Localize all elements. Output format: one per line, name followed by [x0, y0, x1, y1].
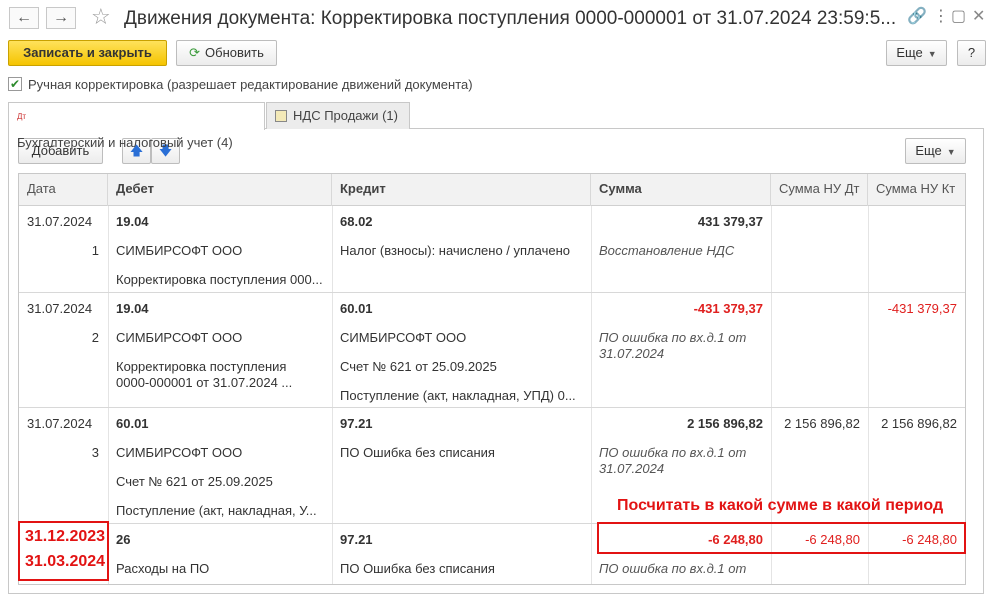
debit-account: 19.04 [116, 214, 149, 229]
table-more-label: Еще [915, 143, 942, 158]
title-bar: ← → ☆ Движения документа: Корректировка … [0, 0, 992, 36]
refresh-label: Обновить [205, 45, 264, 60]
debit-subconto: Корректировка поступления 000... [116, 272, 323, 287]
arrow-right-icon: → [53, 9, 69, 26]
save-close-button[interactable]: Записать и закрыть [8, 40, 167, 66]
table-row[interactable]: 31.07.2024 1 19.04 СИМБИРСОФТ ООО Коррек… [19, 206, 965, 293]
table-header: Дата Дебет Кредит Сумма Сумма НУ Дт Сумм… [19, 174, 965, 206]
annotation-date-1: 31.12.2023 [25, 528, 106, 545]
column-date[interactable]: Дата [19, 174, 108, 206]
link-icon[interactable]: 🔗 [907, 7, 927, 27]
credit-account: 97.21 [340, 532, 373, 547]
column-sum-nu-kt[interactable]: Сумма НУ Кт [868, 174, 965, 206]
sum-comment: ПО ошибка по вх.д.1 от 31.07.2024 [599, 330, 747, 361]
manual-correction-label[interactable]: Ручная корректировка (разрешает редактир… [28, 77, 473, 92]
column-credit[interactable]: Кредит [332, 174, 591, 206]
debit-subconto: Расходы на ПО [116, 561, 210, 576]
row-date: 31.07.2024 [27, 301, 93, 316]
debit-account: 26 [116, 532, 131, 547]
table-row[interactable]: 31.07.2024 2 19.04 СИМБИРСОФТ ООО Коррек… [19, 293, 965, 408]
more-vertical-icon[interactable]: ⋮ [933, 7, 949, 27]
row-number: 2 [91, 330, 99, 345]
row-sum-nu-kt: -431 379,37 [887, 301, 957, 316]
more-label: Еще [896, 45, 923, 60]
row-number: 3 [91, 445, 99, 460]
debit-account: 60.01 [116, 416, 149, 431]
debit-subconto: Счет № 621 от 25.09.2025 [116, 474, 273, 489]
row-sum: 2 156 896,82 [687, 416, 763, 431]
column-sum-nu-dt[interactable]: Сумма НУ Дт [771, 174, 868, 206]
row-sum-nu-kt: 2 156 896,82 [881, 416, 957, 431]
star-icon[interactable]: ☆ [91, 5, 111, 29]
help-button[interactable]: ? [957, 40, 986, 66]
debit-subconto: СИМБИРСОФТ ООО [116, 445, 243, 460]
annotation-date-box: 31.12.2023 31.03.2024 [18, 521, 109, 581]
manual-correction-checkbox[interactable]: ✔ [8, 77, 22, 91]
chevron-down-icon: ▼ [946, 147, 956, 157]
annotation-question: Посчитать в какой сумме в какой период [617, 497, 944, 514]
refresh-button[interactable]: ⟳ Обновить [176, 40, 277, 66]
maximize-icon[interactable]: ▢ [951, 7, 966, 27]
credit-subconto: ПО Ошибка без списания [340, 445, 495, 460]
chevron-down-icon: ▼ [927, 49, 937, 59]
arrow-left-icon: ← [16, 9, 32, 26]
column-sum[interactable]: Сумма [591, 174, 771, 206]
row-sum: -431 379,37 [693, 301, 763, 316]
sum-comment: ПО ошибка по вх.д.1 от [599, 561, 747, 576]
tab-accounting[interactable]: Дт Бухгалтерский и налоговый учет (4) [8, 102, 265, 150]
tab-vat-sales[interactable]: НДС Продажи (1) [266, 102, 410, 129]
row-sum: 431 379,37 [697, 214, 763, 229]
row-date: 31.07.2024 [27, 416, 93, 431]
column-debit[interactable]: Дебет [108, 174, 332, 206]
credit-account: 68.02 [340, 214, 373, 229]
debit-account: 19.04 [116, 301, 149, 316]
debit-subconto: Поступление (акт, накладная, У... [116, 503, 317, 518]
credit-subconto: Поступление (акт, накладная, УПД) 0... [340, 388, 576, 403]
row-sum-nu-dt: 2 156 896,82 [784, 416, 860, 431]
check-icon: ✔ [9, 77, 21, 91]
debit-subconto: Корректировка поступления 0000-000001 от… [116, 359, 293, 390]
debit-subconto: СИМБИРСОФТ ООО [116, 330, 243, 345]
register-icon [275, 110, 287, 122]
credit-subconto: Налог (взносы): начислено / уплачено [340, 243, 570, 258]
annotation-sum-box [597, 522, 966, 554]
close-icon[interactable]: ✕ [972, 7, 985, 27]
annotation-date-2: 31.03.2024 [25, 553, 106, 570]
refresh-icon: ⟳ [189, 45, 201, 60]
table-more-button[interactable]: Еще ▼ [905, 138, 966, 164]
credit-subconto: Счет № 621 от 25.09.2025 [340, 359, 497, 374]
dt-kt-icon: Дт [17, 111, 27, 121]
more-button[interactable]: Еще ▼ [886, 40, 947, 66]
credit-subconto: ПО Ошибка без списания [340, 561, 495, 576]
debit-subconto: СИМБИРСОФТ ООО [116, 243, 243, 258]
row-date: 31.07.2024 [27, 214, 93, 229]
credit-account: 60.01 [340, 301, 373, 316]
window-title: Движения документа: Корректировка поступ… [124, 8, 897, 29]
credit-account: 97.21 [340, 416, 373, 431]
row-number: 1 [91, 243, 99, 258]
sum-comment: ПО ошибка по вх.д.1 от 31.07.2024 [599, 445, 747, 476]
tab-vat-sales-label: НДС Продажи (1) [293, 108, 398, 123]
tab-accounting-label: Бухгалтерский и налоговый учет (4) [17, 134, 233, 150]
forward-button[interactable]: → [46, 7, 76, 29]
back-button[interactable]: ← [9, 7, 39, 29]
sum-comment: Восстановление НДС [599, 243, 735, 258]
credit-subconto: СИМБИРСОФТ ООО [340, 330, 467, 345]
